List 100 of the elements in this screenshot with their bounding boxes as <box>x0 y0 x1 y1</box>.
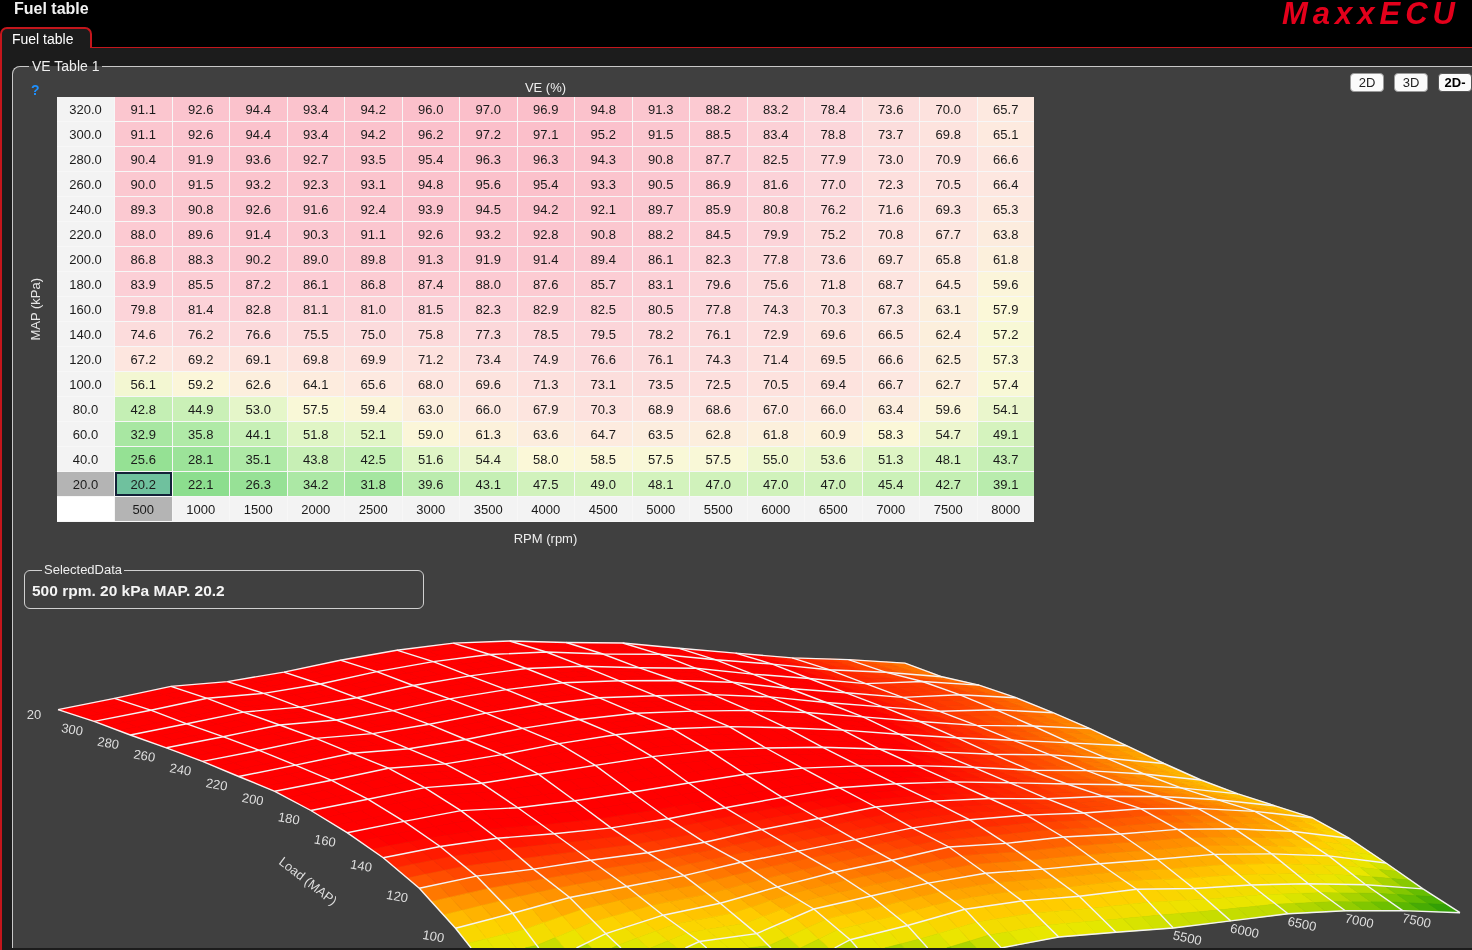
table-cell[interactable]: 65.3 <box>977 197 1034 221</box>
table-cell[interactable]: 72.9 <box>747 322 804 346</box>
table-cell[interactable]: 70.8 <box>862 222 919 246</box>
table-cell[interactable]: 73.6 <box>862 97 919 121</box>
table-cell[interactable]: 42.5 <box>345 447 402 471</box>
table-cell[interactable]: 90.8 <box>172 197 229 221</box>
table-cell[interactable]: 42.8 <box>115 397 172 421</box>
table-cell[interactable]: 85.9 <box>690 197 747 221</box>
table-cell[interactable]: 67.2 <box>115 347 172 371</box>
table-cell[interactable]: 35.1 <box>230 447 287 471</box>
table-cell[interactable]: 51.8 <box>287 422 344 446</box>
table-cell[interactable]: 57.5 <box>287 397 344 421</box>
table-cell[interactable]: 67.7 <box>920 222 977 246</box>
table-cell[interactable]: 82.3 <box>460 297 517 321</box>
table-cell[interactable]: 57.3 <box>977 347 1034 371</box>
table-cell[interactable]: 78.2 <box>632 322 689 346</box>
table-cell[interactable]: 90.5 <box>632 172 689 196</box>
table-cell[interactable]: 77.9 <box>805 147 862 171</box>
table-cell[interactable]: 55.0 <box>747 447 804 471</box>
table-cell[interactable]: 77.8 <box>747 247 804 271</box>
table-cell[interactable]: 69.8 <box>287 347 344 371</box>
table-cell[interactable]: 57.9 <box>977 297 1034 321</box>
table-cell[interactable]: 92.4 <box>345 197 402 221</box>
view-button[interactable]: 3D <box>1394 73 1428 92</box>
table-cell[interactable]: 70.3 <box>575 397 632 421</box>
table-cell[interactable]: 75.0 <box>345 322 402 346</box>
table-cell[interactable]: 63.8 <box>977 222 1034 246</box>
view-button[interactable]: 2D- <box>1438 73 1472 92</box>
table-cell[interactable]: 86.8 <box>345 272 402 296</box>
table-cell[interactable]: 89.3 <box>115 197 172 221</box>
tab[interactable]: Fuel table <box>0 27 92 48</box>
table-cell[interactable]: 91.1 <box>345 222 402 246</box>
table-cell[interactable]: 90.3 <box>287 222 344 246</box>
table-cell[interactable]: 94.2 <box>345 97 402 121</box>
table-cell[interactable]: 79.5 <box>575 322 632 346</box>
table-cell[interactable]: 79.6 <box>690 272 747 296</box>
table-cell[interactable]: 63.5 <box>632 422 689 446</box>
table-cell[interactable]: 43.7 <box>977 447 1034 471</box>
table-cell[interactable]: 71.4 <box>747 347 804 371</box>
table-cell[interactable]: 34.2 <box>287 472 344 496</box>
table-cell[interactable]: 31.8 <box>345 472 402 496</box>
table-cell[interactable]: 74.3 <box>747 297 804 321</box>
table-cell[interactable]: 91.5 <box>172 172 229 196</box>
table-cell[interactable]: 94.4 <box>230 97 287 121</box>
table-cell[interactable]: 72.3 <box>862 172 919 196</box>
table-cell[interactable]: 79.9 <box>747 222 804 246</box>
table-cell[interactable]: 66.7 <box>862 372 919 396</box>
table-cell[interactable]: 75.2 <box>805 222 862 246</box>
table-cell[interactable]: 95.2 <box>575 122 632 146</box>
table-cell[interactable]: 73.4 <box>460 347 517 371</box>
table-cell[interactable]: 96.2 <box>402 122 459 146</box>
table-cell[interactable]: 61.8 <box>977 247 1034 271</box>
table-cell[interactable]: 97.2 <box>460 122 517 146</box>
table-cell[interactable]: 96.3 <box>517 147 574 171</box>
table-cell[interactable]: 68.0 <box>402 372 459 396</box>
table-cell[interactable]: 70.5 <box>920 172 977 196</box>
table-cell[interactable]: 48.1 <box>632 472 689 496</box>
table-cell[interactable]: 48.1 <box>920 447 977 471</box>
table-cell[interactable]: 87.7 <box>690 147 747 171</box>
table-cell[interactable]: 96.3 <box>460 147 517 171</box>
table-cell[interactable]: 69.6 <box>805 322 862 346</box>
table-cell[interactable]: 74.6 <box>115 322 172 346</box>
table-cell[interactable]: 81.5 <box>402 297 459 321</box>
table-cell[interactable]: 26.3 <box>230 472 287 496</box>
table-cell[interactable]: 32.9 <box>115 422 172 446</box>
table-cell[interactable]: 44.1 <box>230 422 287 446</box>
table-cell[interactable]: 66.0 <box>460 397 517 421</box>
table-cell[interactable]: 90.8 <box>632 147 689 171</box>
table-cell[interactable]: 78.8 <box>805 122 862 146</box>
table-cell[interactable]: 20.2 <box>115 472 172 496</box>
table-cell[interactable]: 49.1 <box>977 422 1034 446</box>
table-cell[interactable]: 65.1 <box>977 122 1034 146</box>
table-cell[interactable]: 93.2 <box>460 222 517 246</box>
table-cell[interactable]: 93.6 <box>230 147 287 171</box>
table-cell[interactable]: 87.2 <box>230 272 287 296</box>
table-cell[interactable]: 57.5 <box>632 447 689 471</box>
table-cell[interactable]: 91.1 <box>115 97 172 121</box>
table-cell[interactable]: 85.5 <box>172 272 229 296</box>
table-cell[interactable]: 68.6 <box>690 397 747 421</box>
table-cell[interactable]: 49.0 <box>575 472 632 496</box>
table-cell[interactable]: 89.8 <box>345 247 402 271</box>
table-cell[interactable]: 78.5 <box>517 322 574 346</box>
table-cell[interactable]: 96.0 <box>402 97 459 121</box>
table-cell[interactable]: 74.3 <box>690 347 747 371</box>
table-cell[interactable]: 47.0 <box>805 472 862 496</box>
table-cell[interactable]: 77.8 <box>690 297 747 321</box>
table-cell[interactable]: 93.4 <box>287 122 344 146</box>
table-cell[interactable]: 47.0 <box>747 472 804 496</box>
table-cell[interactable]: 64.7 <box>575 422 632 446</box>
table-cell[interactable]: 91.5 <box>632 122 689 146</box>
table-cell[interactable]: 91.3 <box>402 247 459 271</box>
table-cell[interactable]: 92.6 <box>402 222 459 246</box>
view-button[interactable]: 2D <box>1350 73 1384 92</box>
table-cell[interactable]: 65.7 <box>977 97 1034 121</box>
table-cell[interactable]: 66.6 <box>977 147 1034 171</box>
table-cell[interactable]: 86.1 <box>632 247 689 271</box>
table-cell[interactable]: 57.2 <box>977 322 1034 346</box>
table-cell[interactable]: 82.9 <box>517 297 574 321</box>
table-cell[interactable]: 71.6 <box>862 197 919 221</box>
table-cell[interactable]: 88.5 <box>690 122 747 146</box>
